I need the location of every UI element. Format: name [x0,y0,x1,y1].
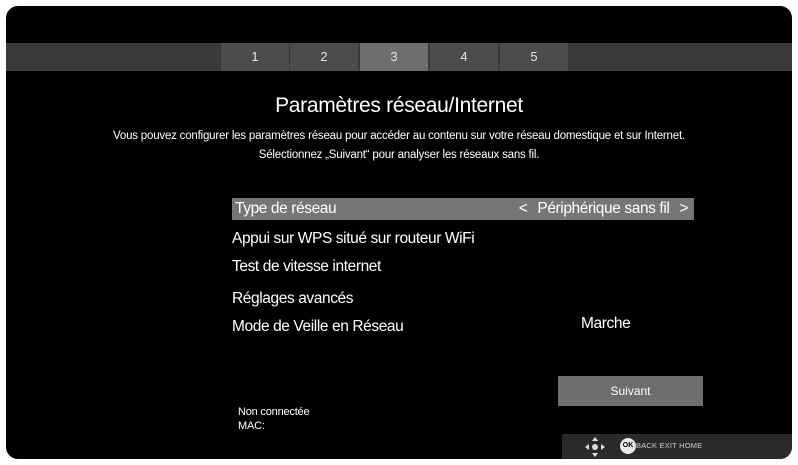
dpad-icon [585,437,605,457]
description-line-1: Vous pouvez configurer les paramètres ré… [113,130,685,142]
step-2: 2 [290,43,358,71]
connection-status: Non connectée [238,406,310,418]
menu-item-speed-test[interactable]: Test de vitesse internet [232,256,694,278]
next-button[interactable]: Suivant [558,376,703,406]
menu-item-advanced-settings[interactable]: Réglages avancés [232,288,694,310]
tv-screen: 1 2 3 4 5 Paramètres réseau/Internet Vou… [6,6,792,459]
page-title: Paramètres réseau/Internet [275,94,523,117]
description-line-2: Sélectionnez „Suivant“ pour analyser les… [258,149,540,161]
network-type-value: Périphérique sans fil [537,200,670,217]
mac-address: MAC: [238,420,265,432]
remote-hint-text: BACK EXIT HOME [636,441,703,450]
chevron-right-icon[interactable]: > [679,200,688,217]
chevron-left-icon[interactable]: < [519,200,528,217]
wizard-step-bar: 1 2 3 4 5 [6,43,792,71]
menu-item-wps[interactable]: Appui sur WPS situé sur routeur WiFi [232,228,694,250]
step-4: 4 [430,43,498,71]
ok-button-icon: OK [620,438,636,454]
remote-hint-bar: OK BACK EXIT HOME [562,434,792,459]
menu-item-network-type[interactable]: Type de réseau < Périphérique sans fil > [232,198,694,220]
network-type-label: Type de réseau [235,200,337,217]
step-1: 1 [221,43,289,71]
network-standby-value: Marche [581,315,631,332]
step-3-current: 3 [360,43,428,71]
step-5: 5 [500,43,568,71]
network-type-value-selector[interactable]: < Périphérique sans fil > [519,198,689,220]
